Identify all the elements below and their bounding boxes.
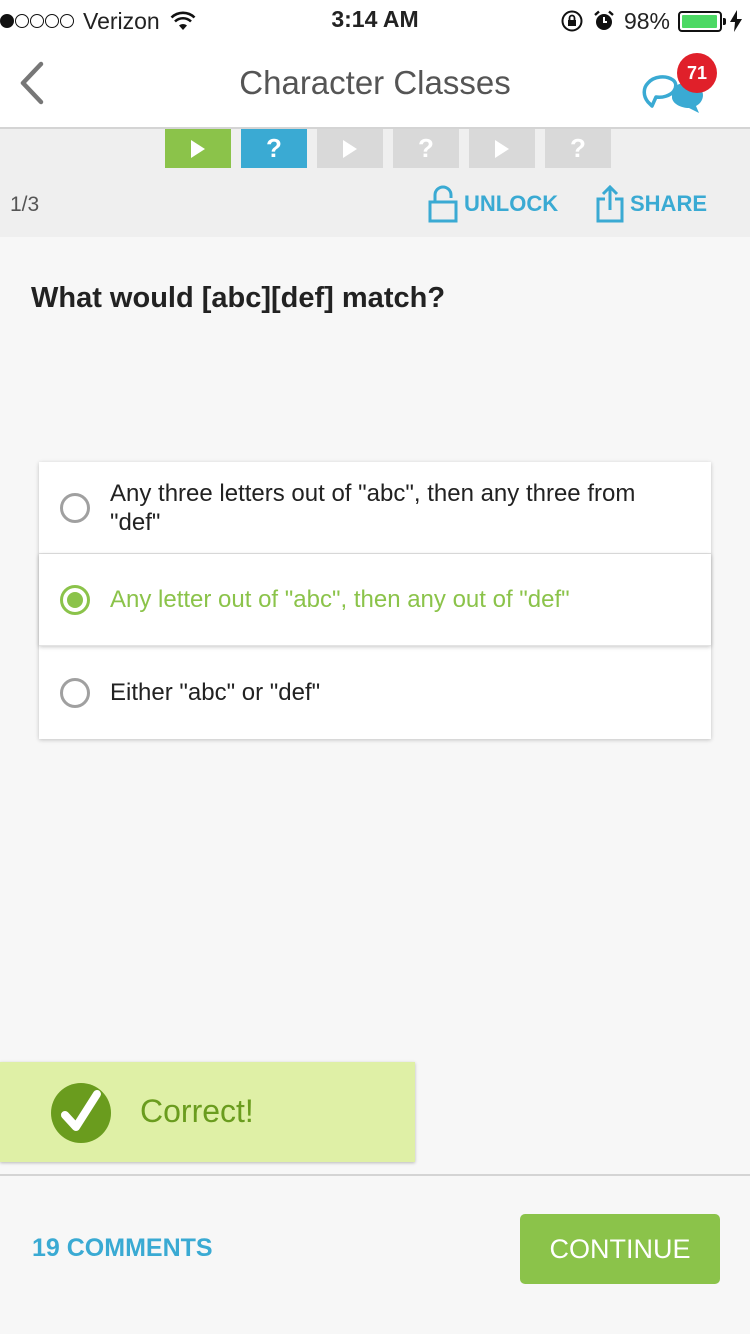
alarm-clock-icon <box>594 10 614 30</box>
play-icon <box>495 139 509 158</box>
share-icon <box>596 185 624 223</box>
radio-button[interactable] <box>60 585 90 615</box>
orientation-lock-icon <box>561 10 583 32</box>
lesson-steps: ??? <box>165 129 621 168</box>
answer-option[interactable]: Any three letters out of "abc", then any… <box>39 462 711 554</box>
step-lesson[interactable] <box>165 129 231 168</box>
unlock-label: UNLOCK <box>464 191 559 216</box>
status-right: 98% <box>552 6 742 36</box>
answer-options: Any three letters out of "abc", then any… <box>39 462 711 739</box>
play-icon <box>343 139 357 158</box>
checkmark-icon <box>51 1083 111 1143</box>
question-mark-icon: ? <box>570 133 586 163</box>
battery-percent: 98% <box>623 7 670 34</box>
radio-button[interactable] <box>60 678 90 708</box>
chat-button[interactable]: 71 <box>640 50 720 120</box>
answer-option-label: Either "abc" or "def" <box>110 679 321 706</box>
step-lesson[interactable] <box>469 129 535 168</box>
unlock-button[interactable]: UNLOCK <box>428 185 558 223</box>
share-button[interactable]: SHARE <box>596 185 707 223</box>
notification-badge: 71 <box>677 53 717 93</box>
question-mark-icon: ? <box>418 133 434 163</box>
battery-level <box>682 14 718 28</box>
bottom-bar: 19 COMMENTS CONTINUE <box>0 1174 750 1334</box>
answer-option-label: Any three letters out of "abc", then any… <box>110 480 636 536</box>
answer-option[interactable]: Any letter out of "abc", then any out of… <box>39 554 711 646</box>
battery-icon <box>678 10 726 32</box>
status-bar: Verizon 3:14 AM 98% <box>0 0 750 40</box>
battery-tip <box>723 17 726 25</box>
question-mark-icon: ? <box>266 133 282 163</box>
padlock-icon <box>428 185 458 223</box>
play-icon <box>191 139 205 158</box>
radio-button[interactable] <box>60 493 90 523</box>
step-quiz[interactable]: ? <box>545 129 611 168</box>
nav-bar: Character Classes 71 <box>0 40 750 129</box>
step-quiz[interactable]: ? <box>393 129 459 168</box>
feedback-text: Correct! <box>140 1093 254 1129</box>
answer-option[interactable]: Either "abc" or "def" <box>39 646 711 739</box>
question-text: What would [abc][def] match? <box>31 282 446 314</box>
charging-bolt-icon <box>730 10 742 32</box>
step-lesson[interactable] <box>317 129 383 168</box>
comments-link[interactable]: 19 COMMENTS <box>32 1234 213 1263</box>
page-counter: 1/3 <box>10 193 40 216</box>
correct-feedback-banner: Correct! <box>0 1062 415 1162</box>
progress-area: ??? 1/3 UNLOCK SHARE <box>0 129 750 237</box>
continue-button[interactable]: CONTINUE <box>520 1214 720 1284</box>
step-quiz[interactable]: ? <box>241 129 307 168</box>
share-label: SHARE <box>630 191 708 216</box>
answer-option-label: Any letter out of "abc", then any out of… <box>110 586 570 613</box>
page-title: Character Classes <box>239 64 511 101</box>
